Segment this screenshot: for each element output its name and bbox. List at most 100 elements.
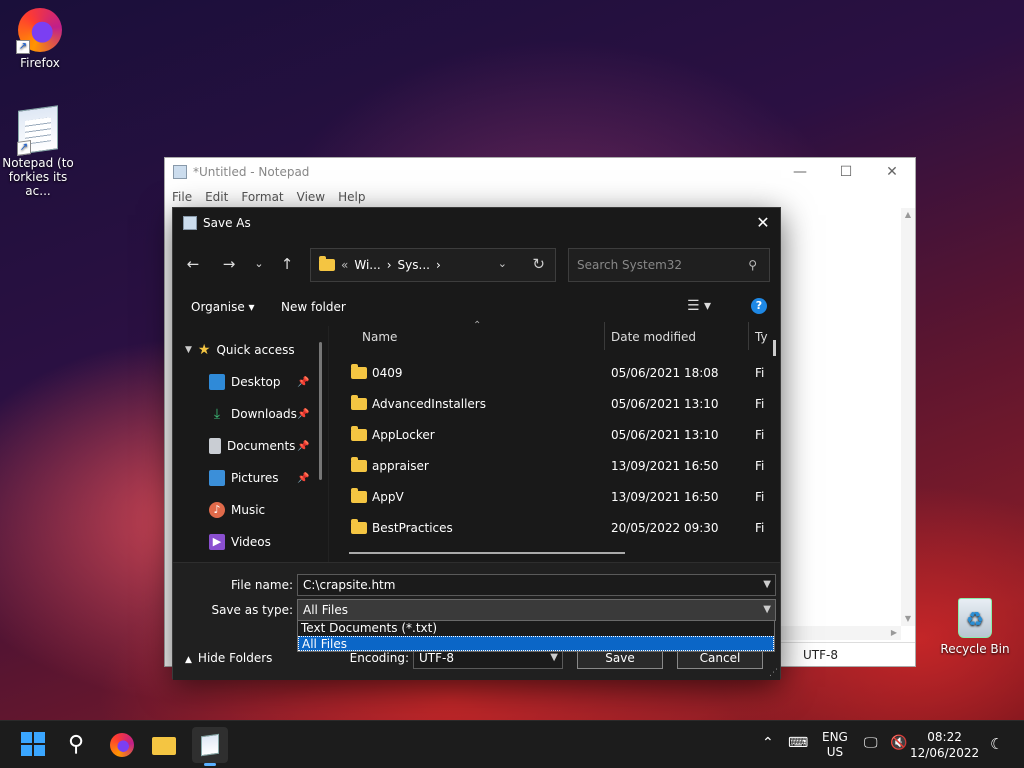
chevron-up-icon: ▲ [185,655,192,665]
start-button[interactable] [18,729,50,761]
help-icon[interactable]: ? [751,298,767,314]
hide-folders-button[interactable]: ▲ Hide Folders [185,651,272,665]
file-row[interactable]: appraiser 13/09/2021 16:50 Fi [331,455,782,479]
forward-arrow-icon[interactable]: → [219,254,239,274]
folder-icon [351,395,367,410]
chevron-down-icon[interactable]: ▼ [763,575,771,595]
nav-item-desktop[interactable]: Desktop 📌 [209,372,309,392]
file-type: Fi [755,521,765,535]
close-button[interactable]: ✕ [869,158,915,186]
taskbar-notepad[interactable] [192,727,228,766]
file-list-horizontal-scrollbar[interactable] [349,552,625,554]
nav-item-videos[interactable]: ▶ Videos [209,532,271,552]
nav-item-documents[interactable]: Documents 📌 [209,436,309,456]
network-icon[interactable]: 🖵 [864,735,878,751]
breadcrumb-windows[interactable]: Wi... [354,258,380,272]
search-placeholder: Search System32 [577,258,683,272]
vertical-scrollbar[interactable]: ▲ ▼ [901,208,915,626]
menu-format[interactable]: Format [241,190,283,204]
address-bar[interactable]: « Wi... › Sys... › ⌄ ↻ [310,248,556,282]
breadcrumb-system32[interactable]: Sys... [398,258,430,272]
desktop-icon-label: Recycle Bin [940,642,1010,656]
file-row[interactable]: AppV 13/09/2021 16:50 Fi [331,486,782,510]
recent-chevron-down-icon[interactable]: ⌄ [249,254,269,274]
up-arrow-icon[interactable]: ↑ [277,254,297,274]
new-folder-button[interactable]: New folder [281,300,346,314]
nav-item-music[interactable]: ♪ Music [209,500,265,520]
column-name[interactable]: Name [362,330,397,344]
clock-time: 08:22 [927,730,962,744]
music-icon: ♪ [209,502,225,518]
save-type-select[interactable]: All Files ▼ [297,599,776,621]
show-hidden-icons-icon[interactable]: ⌃ [762,735,774,751]
option-text-documents[interactable]: Text Documents (*.txt) [298,621,774,636]
chevron-down-icon[interactable]: ▼ [763,600,771,620]
nav-scrollbar[interactable] [319,342,322,480]
menu-view[interactable]: View [297,190,325,204]
menu-file[interactable]: File [172,190,192,204]
save-type-label: Save as type: [211,603,293,617]
file-row[interactable]: BestPractices 20/05/2022 09:30 Fi [331,517,782,541]
volume-muted-icon[interactable]: 🔇 [890,735,907,751]
search-icon: ⚲ [748,258,757,272]
menu-edit[interactable]: Edit [205,190,228,204]
desktop-icon-label: Firefox [20,56,60,70]
desktop-icon-recycle-bin[interactable]: Recycle Bin [935,598,1015,656]
organise-button[interactable]: Organise ▾ [191,300,255,314]
back-arrow-icon[interactable]: ← [183,254,203,274]
file-list-scrollbar[interactable] [773,340,776,356]
refresh-icon[interactable]: ↻ [532,255,545,273]
save-type-dropdown-list: Text Documents (*.txt) All Files [297,620,775,652]
folder-icon [351,364,367,379]
file-name: 0409 [372,366,403,380]
nav-quick-access[interactable]: ▼ ★ Quick access [185,340,295,360]
folder-icon [351,488,367,503]
search-icon[interactable]: ⚲ [60,729,92,761]
desktop-icon-firefox[interactable]: ↗ Firefox [0,8,80,70]
maximize-button[interactable]: ☐ [823,158,869,186]
minimize-button[interactable]: — [777,158,823,186]
folder-icon [319,256,335,271]
encoding-label: Encoding: [349,651,409,665]
taskbar-firefox[interactable] [106,729,138,761]
view-options-icon[interactable]: ☰ ▾ [687,298,711,314]
file-name: AdvancedInstallers [372,397,486,411]
desktop-icon-notepad[interactable]: ↗ Notepad (to forkies its ac... [0,105,78,198]
command-bar: Organise ▾ New folder ☰ ▾ ? [173,296,780,320]
notifications-icon[interactable]: ☾ [990,735,1003,753]
clock[interactable]: 08:22 12/06/2022 [910,729,979,761]
notepad-app-icon [183,216,197,230]
save-as-titlebar[interactable]: Save As [173,208,780,238]
file-list: ⌃ Name Date modified Ty 0409 05/06/2021 … [331,320,782,564]
scroll-down-icon[interactable]: ▼ [901,612,915,626]
hide-folders-label: Hide Folders [197,651,273,665]
file-date: 05/06/2021 13:10 [611,428,719,442]
column-type[interactable]: Ty [755,330,768,344]
sort-ascending-icon: ⌃ [473,320,482,331]
scroll-up-icon[interactable]: ▲ [901,208,915,222]
nav-label: Documents [227,439,296,453]
chevron-down-icon: ▼ [185,345,192,355]
folder-icon [351,457,367,472]
file-name-value: C:\crapsite.htm [303,578,396,592]
file-row[interactable]: AppLocker 05/06/2021 13:10 Fi [331,424,782,448]
close-button[interactable]: ✕ [746,208,780,238]
taskbar-file-explorer[interactable] [148,729,180,761]
nav-item-pictures[interactable]: Pictures 📌 [209,468,309,488]
search-input[interactable]: Search System32 ⚲ [568,248,770,282]
navigation-bar: ← → ⌄ ↑ « Wi... › Sys... › ⌄ ↻ Search Sy… [173,246,780,282]
column-date-modified[interactable]: Date modified [611,330,696,344]
nav-item-downloads[interactable]: ⤓ Downloads 📌 [209,404,310,424]
file-name: appraiser [372,459,429,473]
menu-help[interactable]: Help [338,190,365,204]
file-name-field[interactable]: C:\crapsite.htm ▼ [297,574,776,596]
file-row[interactable]: AdvancedInstallers 05/06/2021 13:10 Fi [331,393,782,417]
keyboard-icon[interactable]: ⌨ [788,735,808,751]
file-type: Fi [755,366,765,380]
language-indicator[interactable]: ENG US [822,730,848,760]
option-all-files[interactable]: All Files [298,636,774,651]
address-dropdown-icon[interactable]: ⌄ [498,257,507,270]
horizontal-scrollbar[interactable]: ▶ [781,626,901,640]
file-row[interactable]: 0409 05/06/2021 18:08 Fi [331,362,782,386]
resize-grip-icon[interactable]: ⋰ [769,668,778,678]
